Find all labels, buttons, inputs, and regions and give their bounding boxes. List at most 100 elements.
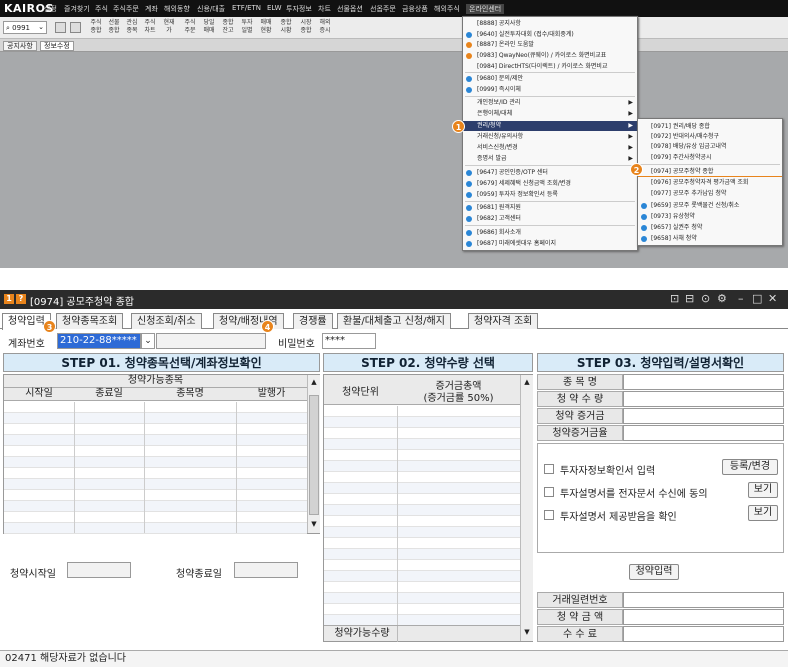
dropdown-item[interactable]: [0984] DirectHTS(다이렉트) / 카이로스 화면비교 — [463, 62, 637, 72]
menu-item-online-center[interactable]: 온라인센터 — [466, 4, 505, 14]
table-row[interactable] — [324, 505, 520, 516]
table-row[interactable] — [4, 457, 307, 468]
view-button[interactable]: 보기 — [748, 505, 778, 521]
toolbar-button[interactable]: 해외 증시 — [317, 19, 333, 35]
menu-item[interactable]: 주식 — [95, 4, 108, 14]
menu-item[interactable]: 계좌 — [145, 4, 158, 14]
menu-item[interactable]: 선물옵션 — [337, 4, 363, 14]
toolbar-button[interactable]: 종합 시황 — [278, 19, 294, 35]
investor-info-checkbox[interactable] — [544, 464, 554, 474]
dropdown-item[interactable]: [9681] 원격지원 — [463, 203, 637, 213]
password-field[interactable]: **** — [322, 333, 376, 349]
table-row[interactable] — [4, 446, 307, 457]
table-row[interactable] — [4, 479, 307, 490]
menu-item[interactable]: 금융상품 — [402, 4, 428, 14]
menu-item[interactable]: ETF/ETN — [232, 4, 261, 12]
dropdown-item[interactable]: [9640] 실전투자대회 (접수/대회중계) — [463, 30, 637, 40]
toolbar-button[interactable]: 관심 종목 — [124, 19, 140, 35]
scroll-up-icon[interactable]: ▲ — [522, 378, 532, 388]
dropdown-item[interactable]: [8887] 온라인 도움말 — [463, 40, 637, 50]
table-row[interactable] — [4, 435, 307, 446]
prospectus-received-checkbox[interactable] — [544, 510, 554, 520]
submenu-item[interactable]: [0976] 공모주청약자격 평가금액 조회 — [638, 178, 782, 188]
toolbar-button[interactable]: 주식 차트 — [142, 19, 158, 35]
vertical-scrollbar[interactable]: ▲ ▼ — [307, 375, 320, 533]
dropdown-item[interactable]: 거래신청/유의사항 ▶ — [463, 132, 637, 142]
submenu-item[interactable]: [9659] 공모주 롯백물건 신청/취소 — [638, 201, 782, 211]
dropdown-item[interactable]: 권리/청약 ▶ — [463, 121, 637, 131]
toolbar-button[interactable]: 시장 종합 — [298, 19, 314, 35]
submit-subscription-button[interactable]: 청약입력 — [629, 564, 679, 580]
toolbar-button[interactable]: 종합 잔고 — [220, 19, 236, 35]
table-row[interactable] — [324, 593, 520, 604]
grid-body[interactable] — [4, 402, 307, 534]
toolbar-button[interactable]: 현재 가 — [161, 19, 177, 35]
vertical-scrollbar[interactable]: ▲ ▼ — [520, 375, 533, 641]
tab-eligibility[interactable]: 청약자격 조회 — [468, 313, 539, 329]
account-number-field[interactable]: 210-22-88***** — [57, 333, 141, 349]
submenu-item[interactable]: [9658] 사채 청약 — [638, 234, 782, 244]
dropdown-item[interactable]: 서비스신청/변경 ▶ — [463, 143, 637, 153]
tab-stock-lookup[interactable]: 청약종목조회 — [56, 313, 124, 329]
menu-item[interactable]: 신용/대출 — [197, 4, 225, 14]
submenu-item[interactable]: [0972] 반대의사/매수청구 — [638, 132, 782, 142]
table-row[interactable] — [4, 512, 307, 523]
table-row[interactable] — [324, 582, 520, 593]
dropdown-item[interactable]: [8888] 공지사항 — [463, 19, 637, 29]
table-row[interactable] — [4, 413, 307, 424]
table-row[interactable] — [324, 450, 520, 461]
tab-competition-rate[interactable]: 경쟁률 — [293, 313, 333, 329]
scroll-down-icon[interactable]: ▼ — [309, 520, 319, 530]
e-document-consent-checkbox[interactable] — [544, 487, 554, 497]
maximize-icon[interactable]: □ — [752, 292, 762, 305]
scroll-up-icon[interactable]: ▲ — [309, 378, 319, 388]
scroll-down-icon[interactable]: ▼ — [522, 628, 532, 638]
submenu-item[interactable]: [0977] 공모주 추가납입 청약 — [638, 189, 782, 199]
submenu-item[interactable]: [0979] 주간사청약공시 — [638, 153, 782, 163]
tab-refund-transfer[interactable]: 환불/대체출고 신청/해지 — [337, 313, 451, 329]
print-icon[interactable]: ⊟ — [685, 292, 694, 305]
chevron-down-icon[interactable]: ⌄ — [141, 333, 155, 349]
menu-item[interactable]: ELW — [267, 4, 282, 12]
dropdown-item[interactable]: [9682] 고객센터 — [463, 214, 637, 224]
tab-info-edit[interactable]: 정보수정 — [40, 41, 74, 51]
submenu-item[interactable]: [9657] 실권주 청약 — [638, 223, 782, 233]
table-row[interactable] — [324, 538, 520, 549]
dropdown-item[interactable]: 은행이체/대체 ▶ — [463, 109, 637, 119]
dropdown-item[interactable]: 증명서 발급 ▶ — [463, 154, 637, 164]
table-row[interactable] — [324, 417, 520, 428]
dropdown-item[interactable]: [9687] 미래에셋대우 홈페이지 — [463, 239, 637, 249]
table-row[interactable] — [324, 604, 520, 615]
dropdown-item[interactable]: 개인정보/ID 관리 ▶ — [463, 98, 637, 108]
toolbar-button[interactable]: 주식 종합 — [88, 19, 104, 35]
submenu-item[interactable]: [0974] 공모주청약 종합 — [638, 167, 782, 177]
dropdown-item[interactable]: [9686] 회사소개 — [463, 228, 637, 238]
dropdown-item[interactable]: [9679] 세제혜택 신청금액 조회/변경 — [463, 179, 637, 189]
menu-item[interactable]: 즐겨찾기 — [64, 4, 90, 14]
table-row[interactable] — [4, 490, 307, 501]
toolbar-button[interactable]: 투자 일별 — [239, 19, 255, 35]
window-icon[interactable] — [70, 22, 81, 33]
table-row[interactable] — [324, 527, 520, 538]
menu-item[interactable]: 해외동향 — [164, 4, 190, 14]
table-row[interactable] — [4, 468, 307, 479]
quantity-grid-body[interactable] — [324, 406, 520, 626]
tab-request-cancel[interactable]: 신청조회/취소 — [131, 313, 202, 329]
scroll-thumb[interactable] — [309, 395, 319, 515]
table-row[interactable] — [324, 516, 520, 527]
help-icon[interactable]: ? — [16, 294, 26, 304]
tab-notice[interactable]: 공지사항 — [3, 41, 37, 51]
submenu-item[interactable]: [0973] 유상청약 — [638, 212, 782, 222]
stock-code-input[interactable]: ⌕ 0991 ⌄ — [3, 21, 47, 34]
table-row[interactable] — [4, 501, 307, 512]
submenu-item[interactable]: [0978] 배당/유상 입금고내역 — [638, 142, 782, 152]
view-button[interactable]: 보기 — [748, 482, 778, 498]
table-row[interactable] — [324, 461, 520, 472]
table-row[interactable] — [324, 549, 520, 560]
table-row[interactable] — [324, 439, 520, 450]
menu-item[interactable]: 투자정보 — [286, 4, 312, 14]
link-icon[interactable]: ⊡ — [670, 292, 679, 305]
chevron-down-icon[interactable]: ⌄ — [38, 23, 44, 31]
table-row[interactable] — [324, 483, 520, 494]
capture-icon[interactable]: ⊙ — [701, 292, 710, 305]
